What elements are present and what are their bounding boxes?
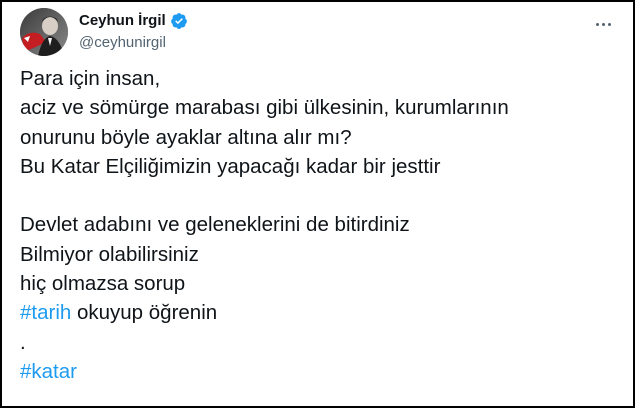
tweet-line-8-text: okuyup öğrenin (71, 301, 218, 325)
author-names: Ceyhun İrgil @ceyhunirgil (79, 11, 188, 53)
tweet-line-9: . (20, 330, 26, 354)
tweet-text: Para için insan, aciz ve sömürge marabas… (20, 64, 615, 386)
more-dot-icon (601, 22, 605, 26)
tweet-line-10: #katar (20, 357, 615, 386)
tweet-line-6: Bilmiyor olabilirsiniz (20, 242, 199, 266)
more-dot-icon (607, 22, 611, 26)
more-options-button[interactable] (591, 14, 615, 34)
hashtag-link-tarih[interactable]: #tarih (20, 301, 71, 324)
display-name-row: Ceyhun İrgil (79, 11, 188, 31)
tweet-line-7: hiç olmazsa sorup (20, 272, 186, 296)
tweet-line-1: Para için insan, (20, 67, 161, 90)
tweet-line-2: aciz ve sömürge marabası gibi ülkesinin,… (20, 96, 509, 120)
verified-badge-icon (170, 13, 187, 29)
more-dot-icon (595, 22, 599, 26)
tweet-line-5: Devlet adabını ve geleneklerini de bitir… (20, 213, 410, 237)
avatar[interactable] (20, 8, 68, 56)
tweet-line-4: Bu Katar Elçiliğimizin yapacağı kadar bi… (20, 154, 441, 178)
hashtag-link-katar[interactable]: #katar (20, 360, 77, 383)
user-handle[interactable]: @ceyhunirgil (79, 33, 188, 53)
tweet-header: Ceyhun İrgil @ceyhunirgil (20, 8, 615, 56)
tweet-line-8: #tarih okuyup öğrenin (20, 298, 615, 327)
tweet-card: Ceyhun İrgil @ceyhunirgil Para için insa… (0, 0, 635, 408)
display-name[interactable]: Ceyhun İrgil (79, 11, 166, 31)
tweet-line-3: onurunu böyle ayaklar altına alır mı? (20, 125, 352, 149)
avatar-image (20, 8, 68, 56)
